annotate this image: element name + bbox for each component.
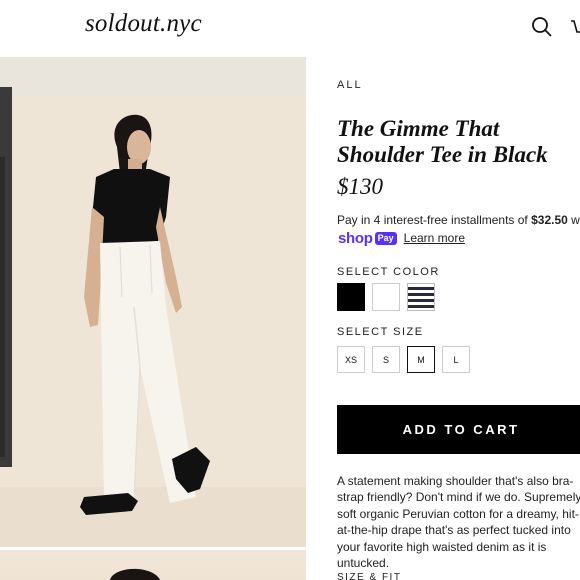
secondary-product-image[interactable] bbox=[0, 550, 306, 580]
installments-suffix: with bbox=[571, 213, 580, 227]
product-description: A statement making shoulder that's also … bbox=[337, 474, 580, 571]
installments-prefix: Pay in 4 interest-free installments of bbox=[337, 213, 532, 227]
shop-pay-row: shop Pay Learn more bbox=[338, 229, 465, 247]
size-option-xs[interactable]: XS bbox=[337, 346, 365, 373]
size-option-s[interactable]: S bbox=[372, 346, 400, 373]
product-image[interactable] bbox=[0, 57, 306, 547]
size-fit-accordion[interactable]: SIZE & FIT bbox=[337, 572, 401, 580]
product-title: The Gimme That Shoulder Tee in Black bbox=[337, 116, 548, 167]
shop-pay-logo: shop bbox=[338, 229, 373, 247]
learn-more-link[interactable]: Learn more bbox=[404, 231, 465, 245]
search-icon[interactable] bbox=[530, 15, 554, 39]
shop-pay-pill: Pay bbox=[374, 231, 397, 245]
color-swatch-black[interactable] bbox=[337, 283, 365, 311]
installment-amount: $32.50 bbox=[531, 213, 568, 227]
product-price: $130 bbox=[337, 174, 383, 199]
breadcrumb[interactable]: ALL bbox=[337, 79, 363, 91]
color-swatch-white[interactable] bbox=[372, 283, 400, 311]
cart-icon[interactable] bbox=[570, 15, 580, 39]
site-logo[interactable]: soldout.nyc bbox=[85, 10, 202, 38]
select-size-label: SELECT SIZE bbox=[337, 326, 424, 338]
size-option-l[interactable]: L bbox=[442, 346, 470, 373]
size-option-m[interactable]: M bbox=[407, 346, 435, 373]
color-swatch-stripe[interactable] bbox=[407, 283, 435, 311]
add-to-cart-button[interactable]: ADD TO CART bbox=[337, 405, 580, 454]
installments-text: Pay in 4 interest-free installments of $… bbox=[337, 212, 580, 229]
select-color-label: SELECT COLOR bbox=[337, 266, 440, 278]
site-header: soldout.nyc bbox=[0, 0, 580, 56]
